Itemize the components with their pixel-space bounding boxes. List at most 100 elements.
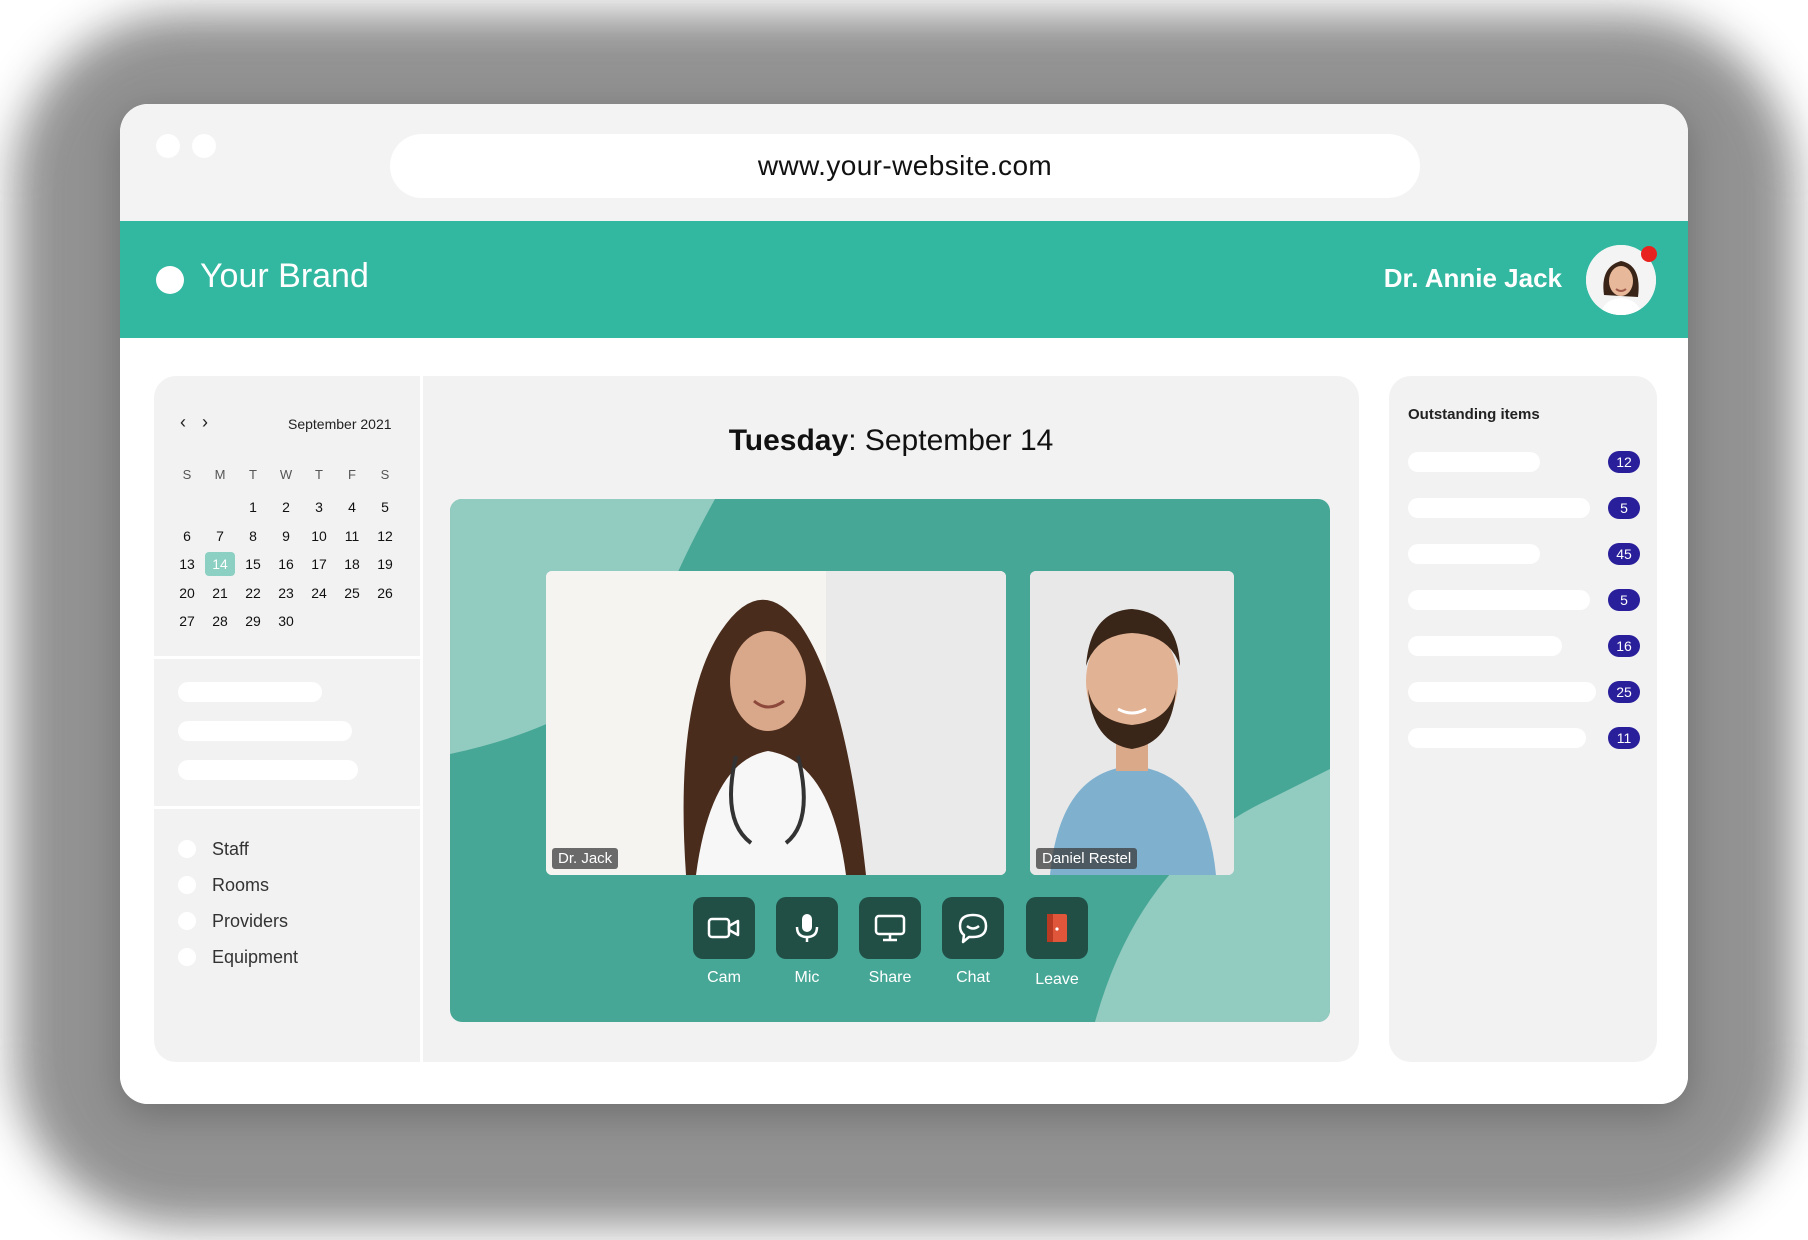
count-badge: 16 — [1608, 635, 1640, 657]
prev-month-icon[interactable]: ‹ — [180, 412, 186, 433]
calendar-month-label: September 2021 — [288, 416, 392, 432]
patient-video-image — [1030, 571, 1234, 875]
calendar-day[interactable]: 7 — [205, 524, 235, 548]
filter-label: Rooms — [212, 874, 270, 895]
calendar-day[interactable]: 26 — [370, 581, 400, 605]
doctor-video-image — [546, 571, 1006, 875]
calendar-day[interactable]: 5 — [370, 495, 400, 519]
next-month-icon[interactable]: › — [202, 412, 208, 433]
radio-button[interactable] — [178, 948, 196, 966]
calendar-day[interactable]: 16 — [271, 552, 301, 576]
user-name[interactable]: Dr. Annie Jack — [1384, 263, 1562, 294]
calendar-day[interactable]: 24 — [304, 581, 334, 605]
leave-button[interactable] — [1026, 897, 1088, 959]
sidebar-divider — [154, 656, 420, 659]
address-text: www.your-website.com — [757, 150, 1053, 181]
radio-button[interactable] — [178, 876, 196, 894]
share-label: Share — [868, 969, 912, 986]
video-tile-patient[interactable]: Daniel Restel — [1030, 571, 1234, 875]
calendar-day[interactable]: 20 — [172, 581, 202, 605]
outstanding-item-bar[interactable] — [1408, 728, 1586, 748]
cam-button[interactable] — [693, 897, 755, 959]
outstanding-item-bar[interactable] — [1408, 590, 1590, 610]
count-badge: 45 — [1608, 543, 1640, 565]
calendar-day[interactable]: 22 — [238, 581, 268, 605]
chat-label: Chat — [956, 969, 990, 986]
filter-providers[interactable]: Providers — [178, 908, 288, 934]
screen-share-icon — [874, 914, 906, 942]
calendar-day[interactable]: 17 — [304, 552, 334, 576]
calendar-day[interactable]: 3 — [304, 495, 334, 519]
weekday-label: W — [279, 466, 293, 482]
sidebar-divider — [154, 806, 420, 809]
mic-label: Mic — [794, 969, 820, 986]
calendar-day[interactable]: 19 — [370, 552, 400, 576]
weekday-label: T — [315, 466, 323, 482]
outstanding-item-bar[interactable] — [1408, 544, 1540, 564]
calendar-day[interactable]: 21 — [205, 581, 235, 605]
notification-dot — [1641, 246, 1657, 262]
calendar-day[interactable]: 2 — [271, 495, 301, 519]
calendar-day[interactable]: 30 — [271, 609, 301, 633]
count-badge: 25 — [1608, 681, 1640, 703]
brand-logo-icon — [156, 266, 184, 294]
count-badge: 11 — [1608, 727, 1640, 749]
window-dot-1[interactable] — [156, 134, 180, 158]
calendar-day[interactable]: 27 — [172, 609, 202, 633]
weekday-label: T — [249, 466, 257, 482]
calendar-day[interactable]: 28 — [205, 609, 235, 633]
calendar-day[interactable]: 10 — [304, 524, 334, 548]
cam-label: Cam — [707, 969, 741, 986]
calendar-day[interactable]: 4 — [337, 495, 367, 519]
app-header: Your Brand Dr. Annie Jack — [120, 221, 1688, 338]
calendar-day[interactable]: 11 — [337, 524, 367, 548]
calendar-day[interactable]: 12 — [370, 524, 400, 548]
calendar-day[interactable]: 13 — [172, 552, 202, 576]
outstanding-item-bar[interactable] — [1408, 498, 1590, 518]
microphone-icon — [795, 914, 819, 942]
mic-button[interactable] — [776, 897, 838, 959]
calendar-day[interactable]: 8 — [238, 524, 268, 548]
filter-equipment[interactable]: Equipment — [178, 944, 298, 970]
calendar-day[interactable]: 29 — [238, 609, 268, 633]
outstanding-item-bar[interactable] — [1408, 636, 1562, 656]
participant-name-tag: Dr. Jack — [552, 848, 619, 869]
radio-button[interactable] — [178, 840, 196, 858]
brand-name[interactable]: Your Brand — [200, 257, 369, 296]
camera-icon — [707, 917, 740, 939]
count-badge: 12 — [1608, 451, 1640, 473]
address-bar[interactable]: www.your-website.com — [390, 134, 1420, 198]
outstanding-panel: Outstanding items 12 5 45 5 16 25 11 — [1389, 376, 1657, 1062]
date-day: Tuesday — [728, 424, 849, 457]
count-badge: 5 — [1608, 497, 1640, 519]
left-sidebar: ‹ › September 2021 S M T W T F S 1 2 3 4 5 6 7 8 9 10 11 1… — [154, 376, 420, 1062]
calendar-day[interactable]: 18 — [337, 552, 367, 576]
calendar-day[interactable]: 1 — [238, 495, 268, 519]
weekday-label: F — [348, 466, 356, 482]
calendar-day-today[interactable]: 14 — [205, 552, 235, 576]
placeholder-bar — [178, 760, 358, 780]
calendar-day[interactable]: 6 — [172, 524, 202, 548]
window-dot-2[interactable] — [192, 134, 216, 158]
share-button[interactable] — [859, 897, 921, 959]
filter-staff[interactable]: Staff — [178, 836, 249, 862]
filter-rooms[interactable]: Rooms — [178, 872, 269, 898]
date-rest: : September 14 — [848, 424, 1054, 457]
outstanding-item-bar[interactable] — [1408, 452, 1540, 472]
video-tile-doctor[interactable]: Dr. Jack — [546, 571, 1006, 875]
chat-button[interactable] — [942, 897, 1004, 959]
placeholder-bar — [178, 721, 352, 741]
calendar-day[interactable]: 15 — [238, 552, 268, 576]
chat-icon — [958, 913, 988, 944]
browser-window: www.your-website.com Your Brand Dr. Anni… — [120, 104, 1688, 1104]
radio-button[interactable] — [178, 912, 196, 930]
weekday-label: S — [380, 466, 390, 482]
calendar-day[interactable]: 25 — [337, 581, 367, 605]
leave-door-icon — [1047, 914, 1067, 942]
calendar-day[interactable]: 9 — [271, 524, 301, 548]
outstanding-title: Outstanding items — [1408, 406, 1540, 423]
calendar-day[interactable]: 23 — [271, 581, 301, 605]
outstanding-item-bar[interactable] — [1408, 682, 1596, 702]
filter-label: Staff — [212, 838, 249, 859]
video-call-stage: Dr. Jack Daniel Restel Cam Mic Share Cha… — [450, 499, 1330, 1022]
